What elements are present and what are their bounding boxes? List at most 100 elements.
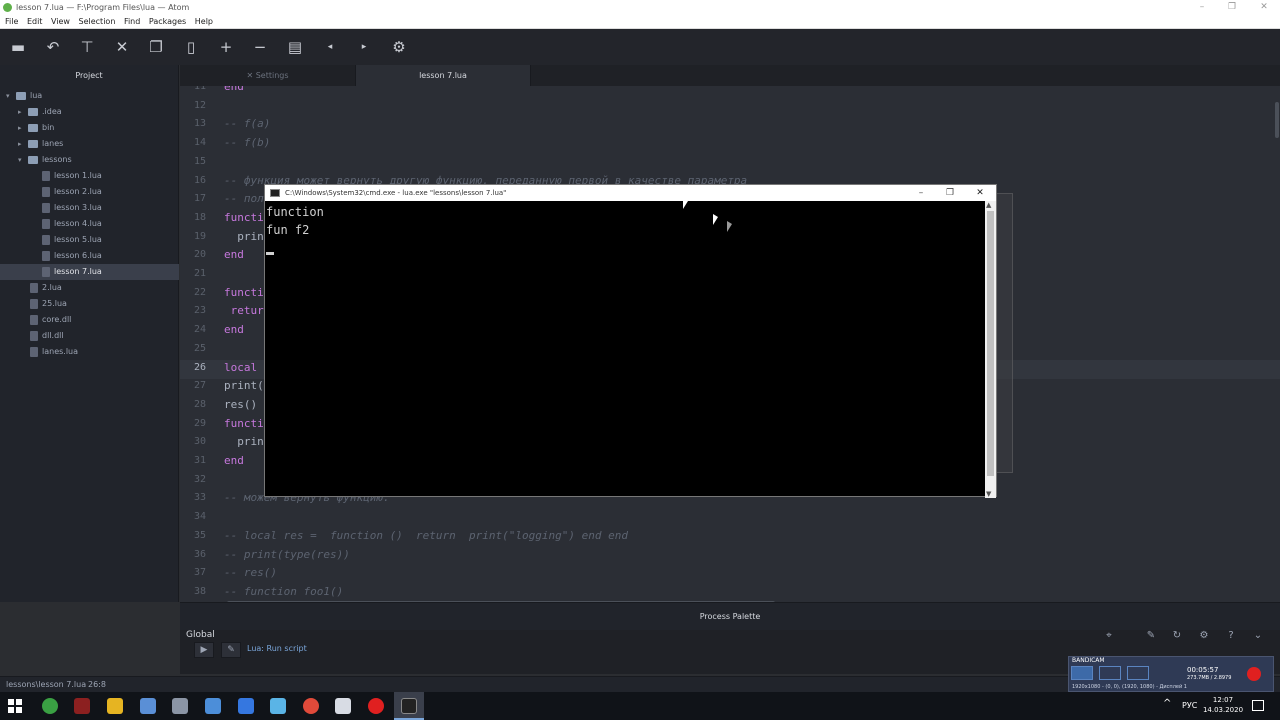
tree-item[interactable]: ▸ bin [0, 120, 179, 136]
cmd-scroll-thumb[interactable] [987, 211, 994, 476]
line-number: 23 [193, 305, 206, 317]
app-icon[interactable] [140, 698, 156, 714]
vertical-scrollbar[interactable] [1275, 102, 1279, 138]
line-number: 11 [193, 86, 206, 92]
tree-item-label: lanes [42, 139, 64, 148]
cmd-window[interactable]: C:\Windows\System32\cmd.exe - lua.exe "l… [264, 184, 997, 498]
run-button[interactable]: ▶ [194, 642, 214, 658]
tree-item[interactable]: lesson 7.lua [0, 264, 179, 280]
system-clock[interactable]: 12:07 14.03.2020 [1200, 695, 1246, 715]
chevron-right-icon[interactable]: ▸ [18, 104, 22, 120]
chevron-down-icon[interactable]: ▾ [6, 88, 10, 104]
app-icon[interactable] [335, 698, 351, 714]
copy-icon[interactable]: ❐ [146, 37, 166, 57]
refresh-icon[interactable]: ↻ [1168, 630, 1186, 644]
windows-start-icon[interactable] [8, 699, 22, 713]
settings-icon[interactable]: ⚙ [1195, 630, 1213, 644]
chevron-right-icon[interactable]: ▸ [18, 136, 22, 152]
tree-item[interactable]: lanes.lua [0, 344, 179, 360]
run-script-task[interactable]: Lua: Run script [247, 644, 307, 653]
tab-settings[interactable]: ✕ Settings [180, 65, 355, 86]
format-icon[interactable]: ⊤ [77, 37, 97, 57]
code-line: -- local res = function () return print(… [224, 528, 628, 542]
tree-item[interactable]: lesson 6.lua [0, 248, 179, 264]
tree-item[interactable]: 25.lua [0, 296, 179, 312]
tree-item[interactable]: dll.dll [0, 328, 179, 344]
maximize-button[interactable]: ❐ [1222, 0, 1242, 15]
tree-item[interactable]: ▾ lessons [0, 152, 179, 168]
document-icon[interactable]: ▤ [285, 37, 305, 57]
menu-packages[interactable]: Packages [149, 17, 186, 26]
chrome-icon[interactable] [303, 698, 319, 714]
right-arrow-icon[interactable]: ▸ [354, 37, 374, 57]
app-icon[interactable] [172, 698, 188, 714]
left-arrow-icon[interactable]: ◂ [320, 37, 340, 57]
cmd-maximize-button[interactable]: ❐ [939, 185, 961, 201]
scroll-down-icon[interactable]: ▼ [986, 490, 991, 498]
chevron-right-icon[interactable]: ▸ [18, 120, 22, 136]
tree-item[interactable]: ▸ lanes [0, 136, 179, 152]
atom-app-icon[interactable] [42, 698, 58, 714]
scroll-up-icon[interactable]: ▲ [986, 201, 991, 209]
minimize-button[interactable]: – [1192, 0, 1212, 15]
menu-help[interactable]: Help [195, 17, 213, 26]
bandicam-app-icon[interactable] [368, 698, 384, 714]
window-title: lesson 7.lua — F:\Program Files\lua — At… [16, 3, 190, 12]
chevron-down-icon[interactable]: ▾ [18, 152, 22, 168]
undo-icon[interactable]: ↶ [43, 37, 63, 57]
cmd-scrollbar[interactable]: ▲ ▼ [985, 201, 996, 498]
tree-item[interactable]: lesson 2.lua [0, 184, 179, 200]
plus-icon[interactable]: + [216, 37, 236, 57]
screen-mode-button[interactable] [1071, 666, 1093, 680]
menu-find[interactable]: Find [124, 17, 140, 26]
close-button[interactable]: ✕ [1254, 0, 1274, 15]
input-language[interactable]: РУС [1182, 701, 1197, 710]
tree-item[interactable]: core.dll [0, 312, 179, 328]
tab-bar: ✕ Settings lesson 7.lua [180, 65, 1280, 86]
menu-edit[interactable]: Edit [27, 17, 43, 26]
bookmark-icon[interactable]: ▯ [181, 37, 201, 57]
file-explorer-icon[interactable] [107, 698, 123, 714]
tree-item[interactable]: ▸ .idea [0, 104, 179, 120]
cmd-titlebar[interactable]: C:\Windows\System32\cmd.exe - lua.exe "l… [265, 185, 996, 201]
code-line: end [224, 454, 244, 467]
cmd-close-button[interactable]: ✕ [969, 185, 991, 201]
menu-file[interactable]: File [5, 17, 18, 26]
edit-button[interactable]: ✎ [221, 642, 241, 658]
game-mode-button[interactable] [1099, 666, 1121, 680]
tools-icon[interactable]: ✕ [112, 37, 132, 57]
app-icon[interactable] [270, 698, 286, 714]
edit-icon[interactable]: ✎ [1142, 630, 1160, 644]
menu-selection[interactable]: Selection [79, 17, 116, 26]
pin-icon[interactable]: ⌖ [1100, 630, 1118, 644]
app-icon[interactable] [74, 698, 90, 714]
status-file-path[interactable]: lessons\lesson 7.lua [6, 677, 86, 693]
tree-item[interactable]: lesson 5.lua [0, 232, 179, 248]
status-cursor-position[interactable]: 26:8 [88, 677, 106, 693]
gear-icon[interactable]: ⚙ [389, 37, 409, 57]
project-sidebar: Project ▾ lua ▸ .idea ▸ bin ▸ lanes ▾ lessons less… [0, 65, 179, 602]
tree-item-label: bin [42, 123, 55, 132]
tree-item[interactable]: lesson 3.lua [0, 200, 179, 216]
tree-item[interactable]: lesson 1.lua [0, 168, 179, 184]
device-mode-button[interactable] [1127, 666, 1149, 680]
help-icon[interactable]: ? [1222, 630, 1240, 644]
tree-item[interactable]: lesson 4.lua [0, 216, 179, 232]
file-icon [30, 315, 38, 325]
notifications-icon[interactable] [1252, 700, 1264, 711]
collapse-icon[interactable]: ⌄ [1249, 630, 1267, 644]
minus-icon[interactable]: − [250, 37, 270, 57]
tree-item-label: lesson 5.lua [54, 235, 102, 244]
cmd-minimize-button[interactable]: – [910, 185, 932, 201]
tray-chevron-icon[interactable]: ^ [1163, 698, 1171, 709]
line-number: 29 [193, 417, 206, 429]
app-icon[interactable] [205, 698, 221, 714]
menu-view[interactable]: View [51, 17, 70, 26]
tree-item[interactable]: ▾ lua [0, 88, 179, 104]
app-icon[interactable] [238, 698, 254, 714]
folder-icon[interactable]: ▬ [8, 37, 28, 57]
tab-lesson-7[interactable]: lesson 7.lua [355, 65, 531, 86]
atom-logo-icon [3, 3, 12, 12]
tree-item[interactable]: 2.lua [0, 280, 179, 296]
record-stop-button[interactable] [1247, 667, 1261, 681]
